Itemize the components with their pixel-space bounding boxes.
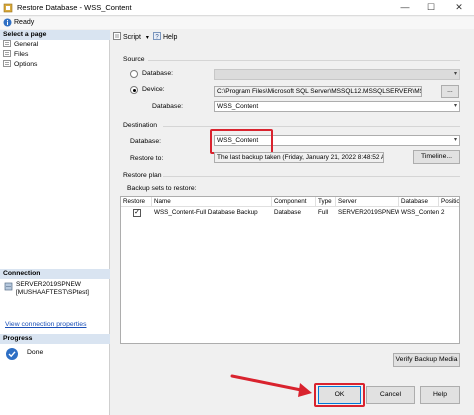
script-icon [113, 32, 121, 40]
column-header-server[interactable]: Server [336, 197, 399, 207]
info-icon [3, 18, 12, 27]
page-general[interactable]: General [3, 40, 38, 49]
column-header-name[interactable]: Name [152, 197, 272, 207]
page-options[interactable]: Options [3, 60, 37, 69]
connection-server: SERVER2019SPNEW [16, 281, 81, 288]
window-title-bar: Restore Database - WSS_Content — ☐ ✕ [0, 0, 474, 16]
cell-database: WSS_Content [401, 209, 439, 216]
source-database-value: WSS_Content [217, 103, 259, 110]
page-options-label: Options [14, 61, 38, 68]
help-button[interactable]: Help [420, 386, 460, 404]
status-bar: Ready [0, 17, 474, 29]
source-database-label: Database: [152, 103, 183, 110]
cell-position: 2 [441, 209, 445, 216]
cell-component: Database [274, 209, 301, 216]
left-pane: Select a page General Files Options Conn… [0, 30, 110, 415]
verify-backup-media-button[interactable]: Verify Backup Media [393, 353, 460, 367]
page-icon [3, 60, 11, 67]
column-header-position[interactable]: Position [439, 197, 459, 207]
connection-header: Connection [0, 269, 110, 279]
help-icon: ? [153, 32, 161, 40]
restore-to-field[interactable]: The last backup taken (Friday, January 2… [214, 152, 384, 163]
progress-done-icon [6, 348, 18, 360]
column-header-component[interactable]: Component [272, 197, 316, 207]
server-icon [4, 282, 13, 291]
destination-divider [163, 126, 460, 127]
restore-database-icon [3, 3, 13, 13]
highlight-box [210, 129, 273, 154]
minimize-button[interactable]: — [392, 1, 418, 14]
toolbar: Script ▾ ? Help [111, 30, 474, 44]
backup-sets-label: Backup sets to restore: [127, 185, 197, 192]
chevron-down-icon: ▾ [453, 103, 457, 109]
script-dropdown-arrow[interactable]: ▾ [146, 35, 149, 41]
restore-checkbox[interactable]: ✓ [133, 209, 141, 217]
backup-sets-grid[interactable]: Restore Name Component Type Server Datab… [120, 196, 460, 344]
red-arrow-annotation [230, 374, 312, 397]
cell-server: SERVER2019SPNEW [338, 209, 399, 216]
destination-database-label: Database: [130, 138, 161, 145]
source-device-radio[interactable] [130, 86, 138, 94]
script-label: Script [123, 34, 141, 41]
source-database-radio[interactable] [130, 70, 138, 78]
source-group-label: Source [123, 56, 145, 63]
column-header-database[interactable]: Database [399, 197, 439, 207]
restore-plan-divider [163, 176, 460, 177]
window-title: Restore Database - WSS_Content [17, 3, 132, 12]
status-text: Ready [14, 19, 35, 26]
source-divider [148, 60, 460, 61]
help-toolbar-label: Help [163, 34, 178, 41]
destination-group-label: Destination [123, 122, 158, 129]
page-files[interactable]: Files [3, 50, 28, 59]
timeline-button[interactable]: Timeline... [413, 150, 460, 164]
cell-type: Full [318, 209, 329, 216]
page-icon [3, 40, 11, 47]
source-database-select[interactable]: WSS_Content ▾ [214, 101, 460, 112]
connection-login: [MUSHAAFTEST\SPtest] [16, 289, 89, 296]
page-files-label: Files [14, 51, 29, 58]
progress-status: Done [27, 349, 44, 356]
page-icon [3, 50, 11, 57]
source-device-radio-label: Device: [142, 86, 165, 93]
maximize-button[interactable]: ☐ [418, 1, 444, 14]
cell-name: WSS_Content-Full Database Backup [154, 209, 258, 216]
script-button[interactable]: Script ▾ [113, 32, 149, 42]
cancel-button[interactable]: Cancel [366, 386, 415, 404]
source-database-combo[interactable]: ▾ [214, 69, 460, 80]
chevron-down-icon: ▾ [453, 137, 457, 143]
source-database-radio-label: Database: [142, 70, 173, 77]
restore-plan-group-label: Restore plan [123, 172, 162, 179]
device-path-field[interactable]: C:\Program Files\Microsoft SQL Server\MS… [214, 86, 422, 97]
column-header-restore[interactable]: Restore [121, 197, 152, 207]
select-page-header: Select a page [0, 30, 110, 40]
help-toolbar-button[interactable]: ? Help [153, 32, 177, 42]
close-button[interactable]: ✕ [446, 1, 472, 14]
restore-to-label: Restore to: [130, 155, 164, 162]
browse-device-button[interactable]: ... [441, 85, 459, 98]
chevron-down-icon: ▾ [453, 71, 457, 77]
page-general-label: General [14, 41, 39, 48]
progress-header: Progress [0, 334, 110, 344]
column-header-type[interactable]: Type [316, 197, 336, 207]
view-connection-properties-link[interactable]: View connection properties [5, 321, 87, 328]
